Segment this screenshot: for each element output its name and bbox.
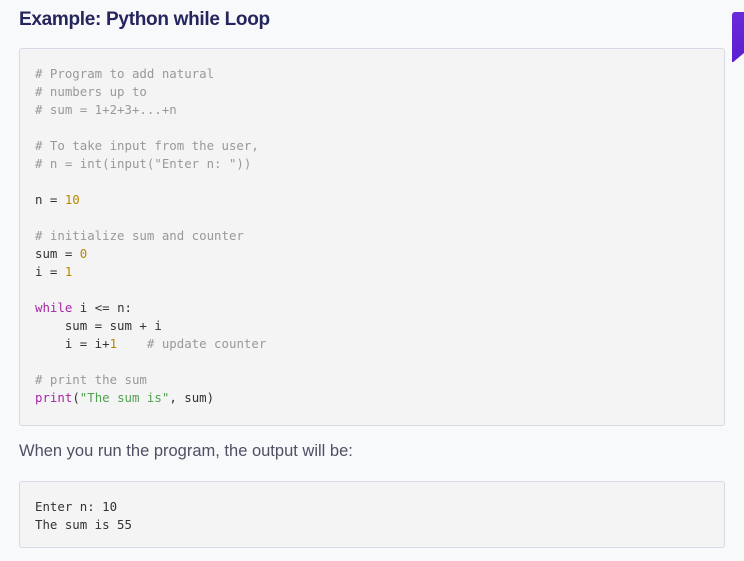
code-line: # print the sum xyxy=(35,371,724,389)
code-token: i = xyxy=(35,264,65,279)
bookmark-ribbon[interactable] xyxy=(732,12,744,63)
code-block: # Program to add natural # numbers up to #… xyxy=(19,48,725,426)
page-title: Example: Python while Loop xyxy=(19,9,270,30)
code-token: ( xyxy=(72,390,80,405)
code-line: sum = sum + i xyxy=(35,317,724,335)
code-token: # sum = 1+2+3+...+n xyxy=(35,102,177,117)
code-token: 10 xyxy=(64,192,80,207)
output-block: Enter n: 10 The sum is 55 xyxy=(19,481,725,548)
code-token: "The sum is" xyxy=(79,390,170,405)
code-token: # Program to add natural xyxy=(35,66,215,81)
code-token: # initialize sum and counter xyxy=(35,228,244,243)
output-line: Enter n: 10 xyxy=(35,499,118,514)
code-token: print xyxy=(35,390,73,405)
code-line: # numbers up to xyxy=(35,83,724,101)
code-token: 0 xyxy=(79,246,88,261)
code-line: while i <= n: xyxy=(35,299,724,317)
code-token: i = i+ xyxy=(35,336,110,351)
code-token: n = xyxy=(35,192,65,207)
code-line: # Program to add natural xyxy=(35,65,724,83)
code-token: # n = int(input("Enter n: ")) xyxy=(35,156,252,171)
code-token: , sum) xyxy=(169,390,215,405)
output-intro: When you run the program, the output wil… xyxy=(19,442,353,460)
code-token: # To take input from the user, xyxy=(35,138,259,153)
code-line: i = 1 xyxy=(35,263,724,281)
code-token: 1 xyxy=(109,336,118,351)
code-token: # print the sum xyxy=(35,372,147,387)
code-line: sum = 0 xyxy=(35,245,724,263)
code-line: # sum = 1+2+3+...+n xyxy=(35,101,724,119)
code-token: i <= n: xyxy=(72,300,132,315)
code-token: sum = xyxy=(35,246,80,261)
code-line: # n = int(input("Enter n: ")) xyxy=(35,155,724,173)
code-line: # To take input from the user, xyxy=(35,137,724,155)
code-line: n = 10 xyxy=(35,191,724,209)
code-token: # update counter xyxy=(146,336,267,351)
output-line: The sum is 55 xyxy=(35,517,132,532)
code-token: while xyxy=(35,300,73,315)
code-line: print("The sum is", sum) xyxy=(35,389,724,407)
code-token: sum = sum + i xyxy=(35,318,162,333)
code-line: i = i+1 # update counter xyxy=(35,335,724,353)
code-line: # initialize sum and counter xyxy=(35,227,724,245)
code-token: # numbers up to xyxy=(35,84,147,99)
code-token: 1 xyxy=(64,264,73,279)
